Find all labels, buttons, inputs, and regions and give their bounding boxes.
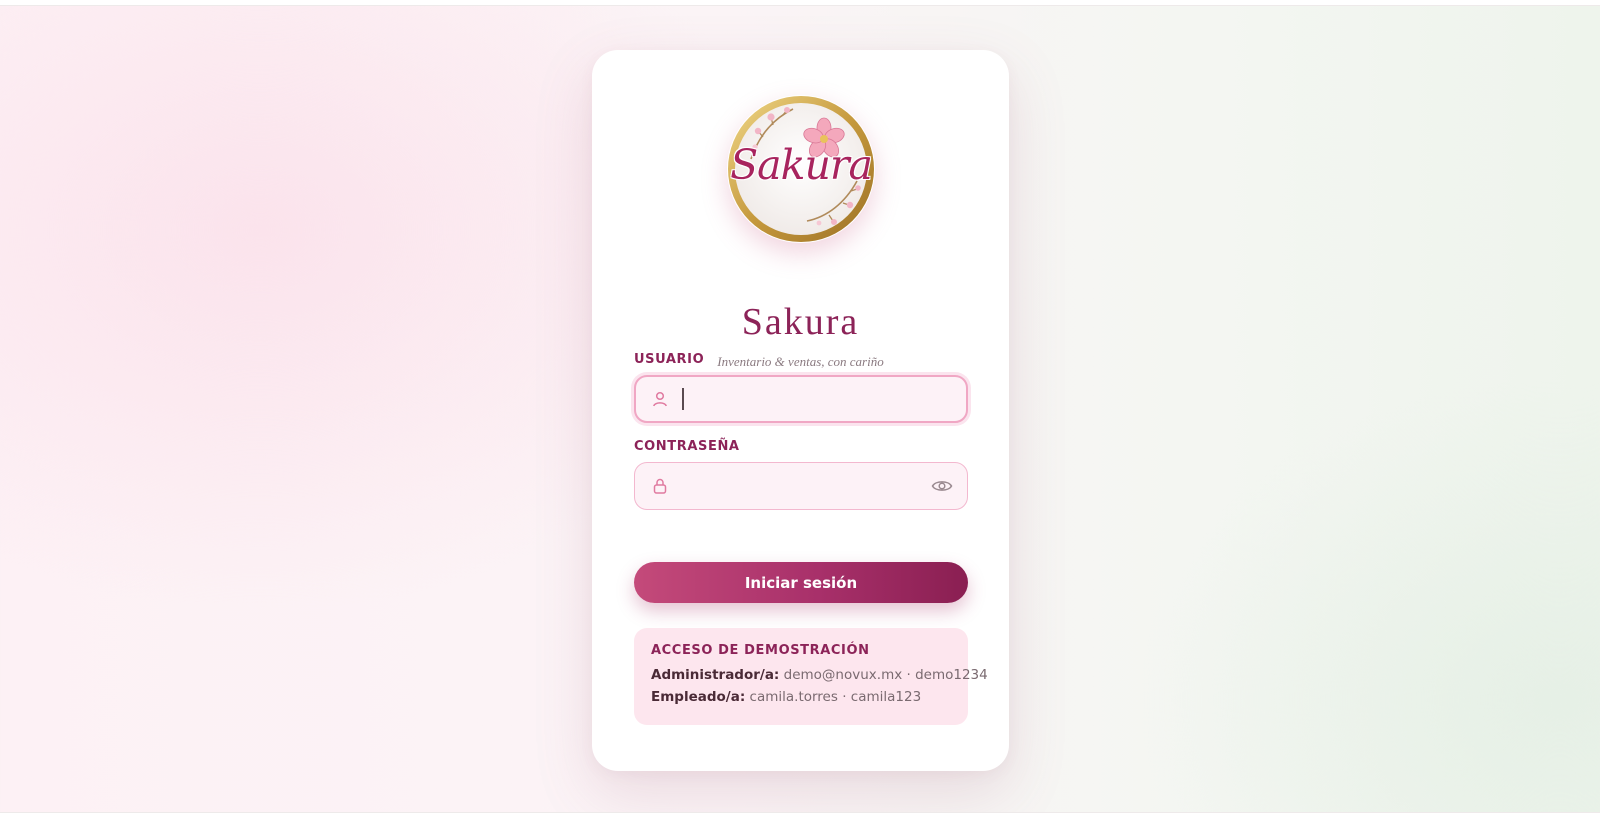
username-field[interactable] (634, 375, 968, 423)
login-button[interactable]: Iniciar sesión (634, 562, 968, 603)
sakura-logo: Sakura (727, 95, 875, 243)
demo-role-label: Empleado/a: (651, 688, 746, 705)
username-label: USUARIO (634, 352, 705, 367)
username-input[interactable] (680, 377, 926, 421)
password-input[interactable] (679, 463, 925, 509)
password-field[interactable] (634, 462, 968, 510)
text-caret (682, 388, 684, 410)
demo-account-admin: Administrador/a: demo@novux.mx · demo123… (651, 667, 988, 683)
logo-wordmark: Sakura (730, 141, 873, 189)
top-edge (0, 0, 1600, 6)
login-card: Sakura Sakura Inventario & ventas, con c… (592, 50, 1009, 771)
demo-credentials: demo@novux.mx · demo1234 (783, 667, 988, 683)
bottom-edge (0, 812, 1600, 816)
user-icon (651, 390, 669, 408)
demo-credentials: camila.torres · camila123 (749, 688, 922, 705)
eye-icon[interactable] (931, 476, 953, 496)
app-title: Sakura (741, 301, 860, 343)
password-label: CONTRASEÑA (634, 439, 740, 454)
demo-role-label: Administrador/a: (651, 667, 780, 683)
lock-icon (651, 477, 669, 495)
demo-access-title: ACCESO DE DEMOSTRACIÓN (651, 643, 870, 658)
demo-account-employee: Empleado/a: camila.torres · camila123 (651, 688, 951, 705)
demo-access-panel: ACCESO DE DEMOSTRACIÓN Administrador/a: … (634, 628, 988, 725)
